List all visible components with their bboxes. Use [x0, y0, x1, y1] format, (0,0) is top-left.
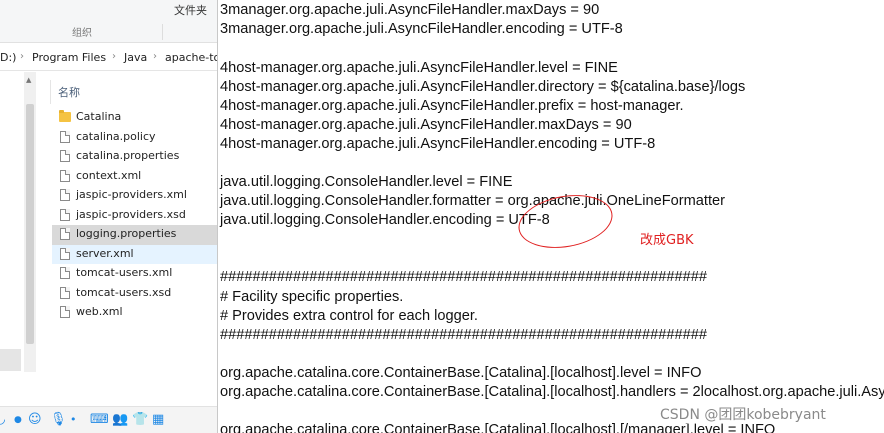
file-icon [60, 247, 70, 260]
file-icon [60, 130, 70, 143]
file-name: catalina.policy [76, 129, 156, 143]
file-explorer: 文件夹 组织 D:) › Program Files › Java › apac… [0, 0, 217, 433]
editor-line[interactable]: # Provides extra control for each logger… [220, 306, 478, 326]
dot-icon[interactable]: ● [14, 412, 22, 428]
file-name: tomcat-users.xsd [76, 285, 172, 299]
annotation-note: 改成GBK [640, 233, 694, 248]
ribbon-folder-label[interactable]: 文件夹 [174, 2, 207, 18]
file-row[interactable]: tomcat-users.xsd [52, 284, 217, 304]
editor-line[interactable]: org.apache.catalina.core.ContainerBase.[… [220, 363, 701, 383]
shirt-icon[interactable]: 👕 [132, 412, 148, 428]
file-icon [60, 306, 70, 318]
editor-line[interactable]: 4host-manager.org.apache.juli.AsyncFileH… [220, 58, 618, 78]
chevron-right-icon: › [20, 51, 24, 62]
file-icon [60, 208, 70, 221]
breadcrumb-program-files[interactable]: Program Files [32, 51, 106, 64]
file-icon [60, 267, 70, 279]
file-name: logging.properties [76, 227, 177, 240]
file-row[interactable]: tomcat-users.xml [52, 264, 217, 284]
file-row[interactable]: logging.properties [52, 225, 217, 245]
editor-line[interactable]: ########################################… [220, 325, 707, 345]
editor-line[interactable]: 4host-manager.org.apache.juli.AsyncFileH… [220, 96, 684, 116]
breadcrumb-drive[interactable]: D:) [0, 51, 16, 64]
file-name: jaspic-providers.xml [76, 188, 187, 201]
file-row[interactable]: jaspic-providers.xml [52, 186, 217, 206]
file-list: Catalina catalina.policy catalina.properti… [52, 108, 217, 323]
scroll-up-icon[interactable]: ▲ [26, 76, 31, 84]
text-editor[interactable]: 3manager.org.apache.juli.AsyncFileHandle… [217, 0, 884, 433]
file-row[interactable]: Catalina [52, 108, 217, 128]
file-row[interactable]: jaspic-providers.xsd [52, 206, 217, 226]
editor-line[interactable]: # Facility specific properties. [220, 287, 403, 307]
scrollbar-thumb[interactable] [26, 104, 34, 344]
file-name: tomcat-users.xml [76, 266, 173, 279]
file-icon [60, 150, 70, 162]
file-row[interactable]: catalina.properties [52, 147, 217, 167]
breadcrumb-apache-tomcat[interactable]: apache-to [165, 51, 217, 64]
file-row[interactable]: context.xml [52, 167, 217, 187]
editor-line[interactable]: 3manager.org.apache.juli.AsyncFileHandle… [220, 0, 599, 20]
file-name: context.xml [76, 168, 142, 182]
file-icon [60, 169, 70, 182]
dot-icon[interactable]: • [70, 412, 77, 428]
editor-line[interactable]: java.util.logging.ConsoleHandler.formatt… [220, 191, 725, 211]
watermark: CSDN @团团kobebryant [660, 404, 826, 424]
grid-icon[interactable]: ▦ [152, 412, 164, 428]
editor-line[interactable]: java.util.logging.ConsoleHandler.level =… [220, 172, 512, 192]
editor-line[interactable]: java.util.logging.ConsoleHandler.encodin… [220, 210, 550, 230]
editor-line[interactable]: 3manager.org.apache.juli.AsyncFileHandle… [220, 19, 623, 39]
file-row[interactable]: server.xml [52, 244, 217, 264]
ribbon: 文件夹 组织 [0, 0, 217, 43]
folder-icon [59, 110, 71, 122]
file-row[interactable]: web.xml [52, 303, 217, 323]
editor-line[interactable]: org.apache.catalina.core.ContainerBase.[… [220, 382, 884, 402]
address-bar[interactable]: D:) › Program Files › Java › apache-to [0, 47, 217, 71]
chevron-right-icon: › [112, 51, 116, 62]
taskbar: ◞ ● ☺ 🎙 • ⌨ 👥 👕 ▦ [0, 406, 217, 433]
ribbon-group-organize: 组织 [72, 28, 92, 39]
file-icon [60, 228, 70, 240]
file-name: catalina.properties [76, 149, 180, 162]
editor-line[interactable]: 4host-manager.org.apache.juli.AsyncFileH… [220, 77, 745, 97]
nav-item-selected[interactable] [0, 349, 21, 371]
column-header-name[interactable]: 名称 [58, 84, 80, 100]
keyboard-icon[interactable]: ⌨ [90, 412, 109, 428]
column-divider [50, 80, 51, 104]
wifi-icon[interactable]: ◞ [0, 412, 5, 428]
editor-line[interactable]: ########################################… [220, 267, 707, 287]
mic-icon[interactable]: 🎙 [50, 412, 67, 428]
editor-line[interactable]: 4host-manager.org.apache.juli.AsyncFileH… [220, 115, 632, 135]
file-name: Catalina [76, 110, 122, 123]
file-name: jaspic-providers.xsd [76, 207, 186, 221]
ribbon-divider [162, 24, 163, 40]
file-icon [60, 286, 70, 299]
breadcrumb-java[interactable]: Java [124, 51, 147, 64]
file-name: server.xml [76, 246, 134, 260]
smile-icon[interactable]: ☺ [28, 412, 42, 428]
chevron-right-icon: › [153, 51, 157, 62]
editor-line[interactable]: 4host-manager.org.apache.juli.AsyncFileH… [220, 134, 655, 154]
people-icon[interactable]: 👥 [112, 412, 128, 428]
file-name: web.xml [76, 305, 123, 318]
file-icon [60, 189, 70, 201]
file-row[interactable]: catalina.policy [52, 128, 217, 148]
